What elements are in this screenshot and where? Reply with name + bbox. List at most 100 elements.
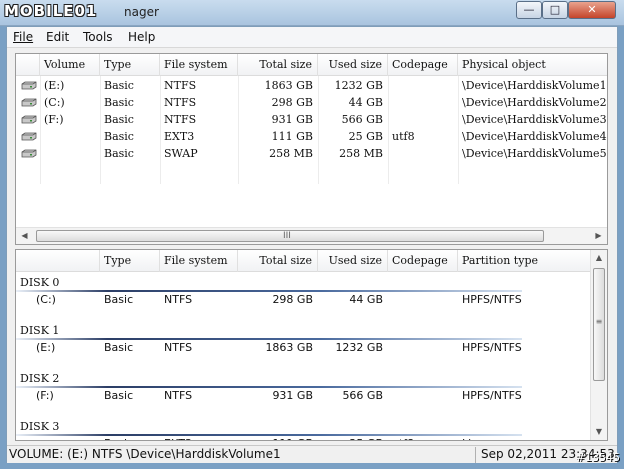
cell-physical-object: \Device\HarddiskVolume3 (462, 113, 607, 126)
cell-total-size: 298 GB (272, 293, 313, 306)
close-button[interactable]: ✕ (568, 1, 616, 19)
cell-type: Basic (104, 113, 134, 126)
disk-label: DISK 3 (20, 420, 60, 433)
cell-used-size: 566 GB (342, 389, 383, 402)
partition-row[interactable]: (C:) Basic NTFS 298 GB 44 GB HPFS/NTFS (16, 291, 591, 308)
scroll-grip-icon: ≡ (595, 317, 603, 326)
vertical-scrollbar[interactable]: ▲ ≡ ▼ (590, 250, 607, 440)
cell-volume (40, 145, 100, 162)
cell-total-size: 111 GB (271, 130, 313, 143)
minimize-button[interactable]: — (516, 1, 542, 19)
disk-label: DISK 1 (20, 324, 60, 337)
scroll-left-icon[interactable]: ◀ (16, 228, 33, 244)
hard-drive-icon (21, 81, 37, 90)
cell-codepage (388, 291, 458, 308)
horizontal-scrollbar[interactable]: ◀ III ▶ (16, 227, 607, 244)
header-codepage[interactable]: Codepage (388, 250, 458, 272)
header-file-system[interactable]: File system (160, 250, 238, 272)
cell-file-system: NTFS (164, 113, 197, 126)
cell-type: Basic (104, 147, 134, 160)
cell-used-size: 258 MB (339, 147, 383, 160)
header-type[interactable]: Type (100, 250, 160, 272)
cell-volume: (C:) (36, 293, 56, 306)
hard-drive-icon (21, 98, 37, 107)
header-used-size[interactable]: Used size (318, 250, 388, 272)
volume-row[interactable]: Basic EXT3 111 GB 25 GB utf8 \Device\Harddisk… (16, 128, 607, 145)
cell-physical-object: \Device\HarddiskVolume4 (462, 130, 607, 143)
header-codepage[interactable]: Codepage (388, 54, 458, 76)
header-file-system[interactable]: File system (160, 54, 238, 76)
cell-volume: (C:) (44, 96, 65, 109)
cell-codepage (388, 387, 458, 404)
horizontal-scroll-thumb[interactable]: III (36, 230, 544, 242)
status-bar: VOLUME: (E:) NTFS \Device\HarddiskVolume… (7, 445, 617, 463)
cell-used-size: 25 GB (318, 435, 388, 440)
cell-partition-type: Linux (458, 435, 591, 440)
cell-codepage (388, 339, 458, 356)
maximize-button[interactable]: □ (542, 1, 568, 19)
cell-partition-type: HPFS/NTFS (462, 389, 522, 402)
cell-volume (32, 435, 100, 440)
header-total-size[interactable]: Total size (238, 250, 318, 272)
cell-physical-object: \Device\HarddiskVolume5 (462, 147, 607, 160)
header-volume[interactable]: Volume (40, 54, 100, 76)
scroll-right-icon[interactable]: ▶ (590, 228, 607, 244)
cell-physical-object: \Device\HarddiskVolume2 (462, 96, 607, 109)
watermark: #13545 (575, 451, 620, 464)
cell-volume: (F:) (44, 113, 64, 126)
scroll-grip-icon: III (283, 231, 291, 241)
hard-drive-icon (21, 132, 37, 141)
scroll-up-icon[interactable]: ▲ (591, 250, 607, 266)
disk-label: DISK 2 (20, 372, 60, 385)
header-partition-type[interactable]: Partition type (458, 250, 591, 272)
cell-total-size: 931 GB (271, 113, 313, 126)
volume-list[interactable]: Volume Type File system Total size Used … (15, 53, 608, 245)
menu-tools-label: Tools (83, 30, 113, 44)
menu-tools[interactable]: Tools (83, 30, 113, 44)
cell-total-size: 298 GB (271, 96, 313, 109)
title-bar: MOBILE01 nager — □ ✕ (0, 0, 624, 26)
cell-type: Basic (100, 435, 160, 440)
partition-row[interactable]: (E:) Basic NTFS 1863 GB 1232 GB HPFS/NTFS (16, 339, 591, 356)
cell-type: Basic (104, 130, 134, 143)
volume-row[interactable]: Basic SWAP 258 MB 258 MB \Device\HarddiskVol… (16, 145, 607, 162)
app-logo: MOBILE01 (4, 2, 98, 20)
partition-header: Type File system Total size Used size Co… (16, 250, 591, 272)
menu-file[interactable]: File (13, 30, 33, 44)
cell-used-size: 25 GB (348, 130, 383, 143)
volume-row[interactable]: (F:) Basic NTFS 931 GB 566 GB \Device\Harddis… (16, 111, 607, 128)
cell-type: Basic (104, 79, 134, 92)
cell-used-size: 1232 GB (334, 79, 383, 92)
header-type[interactable]: Type (100, 54, 160, 76)
status-volume-info: VOLUME: (E:) NTFS \Device\HarddiskVolume… (9, 447, 281, 461)
cell-total-size: 1863 GB (265, 341, 313, 354)
volume-list-header: Volume Type File system Total size Used … (16, 54, 607, 76)
partition-row[interactable]: (F:) Basic NTFS 931 GB 566 GB HPFS/NTFS (16, 387, 591, 404)
volume-row[interactable]: (E:) Basic NTFS 1863 GB 1232 GB \Device\Hardd… (16, 77, 607, 94)
header-physical-object[interactable]: Physical object (458, 54, 607, 76)
cell-type: Basic (104, 96, 134, 109)
cell-codepage (388, 111, 458, 128)
header-used-size[interactable]: Used size (318, 54, 388, 76)
cell-file-system: NTFS (164, 79, 197, 92)
cell-type: Basic (104, 389, 134, 402)
header-icon-col (16, 54, 40, 76)
cell-file-system: EXT3 (164, 130, 195, 143)
cell-partition-type: HPFS/NTFS (462, 341, 522, 354)
header-total-size[interactable]: Total size (238, 54, 318, 76)
cell-type: Basic (104, 341, 134, 354)
cell-used-size: 566 GB (341, 113, 383, 126)
cell-partition-type: HPFS/NTFS (462, 293, 522, 306)
menu-help[interactable]: Help (128, 30, 155, 44)
cell-codepage (388, 77, 458, 94)
cell-physical-object: \Device\HarddiskVolume1 (462, 79, 607, 92)
header-blank (16, 250, 100, 272)
volume-row[interactable]: (C:) Basic NTFS 298 GB 44 GB \Device\Harddisk… (16, 94, 607, 111)
hard-drive-icon (21, 149, 37, 158)
cell-file-system: NTFS (164, 341, 193, 354)
vertical-scroll-thumb[interactable]: ≡ (593, 268, 605, 381)
menu-edit[interactable]: Edit (46, 30, 69, 44)
disk-partition-view[interactable]: Type File system Total size Used size Co… (15, 249, 608, 441)
partition-row[interactable]: BasicEXT3111 GB25 GButf8Linux (16, 435, 591, 440)
scroll-down-icon[interactable]: ▼ (591, 424, 607, 440)
